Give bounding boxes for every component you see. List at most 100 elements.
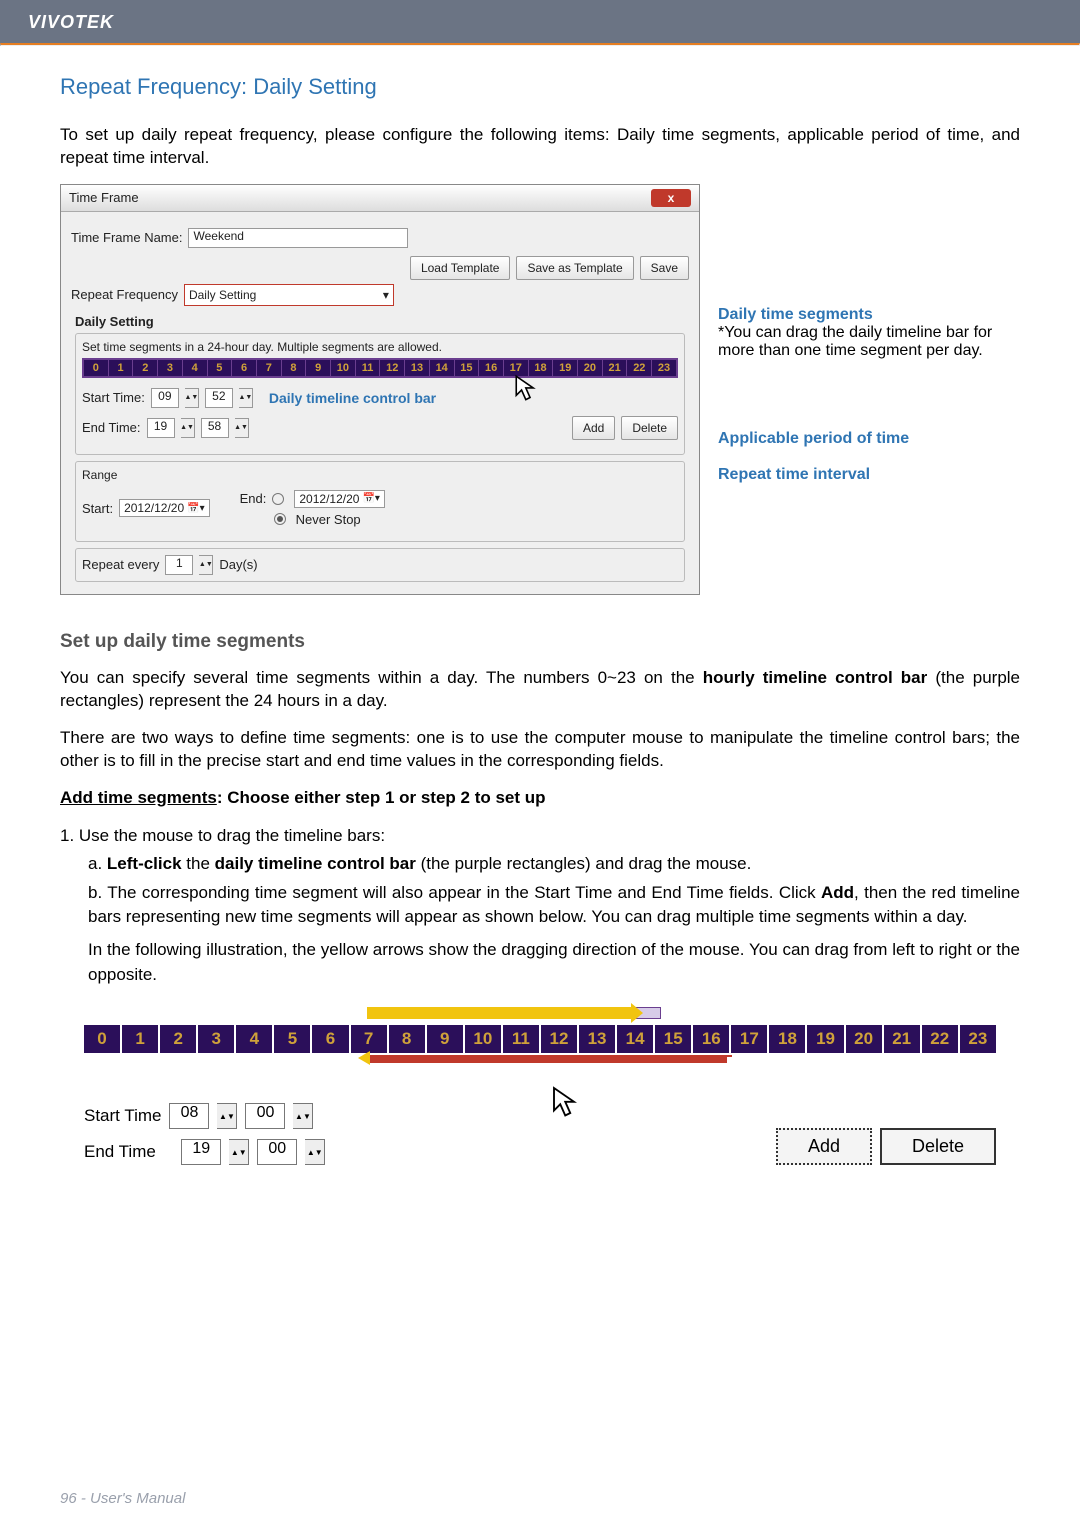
hour-cell-8[interactable]: 8 bbox=[282, 360, 306, 376]
chevron-down-icon: ▾ bbox=[383, 288, 389, 302]
big-hour-cell-6[interactable]: 6 bbox=[312, 1025, 348, 1053]
big-hour-cell-13[interactable]: 13 bbox=[579, 1025, 615, 1053]
spinner-arrows-icon[interactable]: ▲▼ bbox=[181, 418, 195, 438]
hour-cell-12[interactable]: 12 bbox=[380, 360, 404, 376]
annotation-title: Daily time segments bbox=[718, 306, 873, 323]
close-icon[interactable]: x bbox=[651, 189, 691, 207]
cursor-icon bbox=[512, 372, 546, 406]
hour-cell-11[interactable]: 11 bbox=[356, 360, 380, 376]
end-date-radio[interactable] bbox=[272, 493, 284, 505]
big-hour-cell-5[interactable]: 5 bbox=[274, 1025, 310, 1053]
big-hour-cell-23[interactable]: 23 bbox=[960, 1025, 996, 1053]
range-start-label: Start: bbox=[82, 501, 113, 516]
load-template-button[interactable]: Load Template bbox=[410, 256, 511, 280]
never-stop-radio[interactable] bbox=[274, 513, 286, 525]
start-time-label: Start Time: bbox=[82, 390, 145, 405]
spinner-arrows-icon[interactable]: ▲▼ bbox=[235, 418, 249, 438]
big-hour-cell-0[interactable]: 0 bbox=[84, 1025, 120, 1053]
big-hour-cell-12[interactable]: 12 bbox=[541, 1025, 577, 1053]
hour-cell-14[interactable]: 14 bbox=[430, 360, 454, 376]
start-hour-input[interactable]: 09 bbox=[151, 388, 179, 408]
big-hour-cell-10[interactable]: 10 bbox=[465, 1025, 501, 1053]
hour-cell-7[interactable]: 7 bbox=[257, 360, 281, 376]
end-hour-input[interactable]: 19 bbox=[147, 418, 175, 438]
daily-timeline-bar[interactable]: 01234567891011121314151617181920212223 bbox=[82, 358, 678, 378]
big-hour-cell-11[interactable]: 11 bbox=[503, 1025, 539, 1053]
big-timeline-bar[interactable]: 01234567891011121314151617181920212223 bbox=[84, 1025, 996, 1053]
spinner-arrows-icon[interactable]: ▲▼ bbox=[217, 1103, 237, 1129]
big-hour-cell-4[interactable]: 4 bbox=[236, 1025, 272, 1053]
spinner-arrows-icon[interactable]: ▲▼ bbox=[199, 555, 213, 575]
annotation-title: Applicable period of time bbox=[718, 430, 909, 447]
big-hour-cell-20[interactable]: 20 bbox=[846, 1025, 882, 1053]
spinner-arrows-icon[interactable]: ▲▼ bbox=[293, 1103, 313, 1129]
paragraph-hourly-bar: You can specify several time segments wi… bbox=[60, 667, 1020, 713]
hour-cell-23[interactable]: 23 bbox=[652, 360, 676, 376]
time-frame-name-input[interactable]: Weekend bbox=[188, 228, 408, 248]
big-hour-cell-17[interactable]: 17 bbox=[731, 1025, 767, 1053]
big-hour-cell-9[interactable]: 9 bbox=[427, 1025, 463, 1053]
daily-setting-heading: Daily Setting bbox=[75, 314, 689, 329]
big-hour-cell-19[interactable]: 19 bbox=[807, 1025, 843, 1053]
delete-segment-button[interactable]: Delete bbox=[621, 416, 678, 440]
big-hour-cell-15[interactable]: 15 bbox=[655, 1025, 691, 1053]
big-hour-cell-7[interactable]: 7 bbox=[351, 1025, 387, 1053]
big-hour-cell-1[interactable]: 1 bbox=[122, 1025, 158, 1053]
hour-cell-0[interactable]: 0 bbox=[84, 360, 108, 376]
big-start-hour-input[interactable]: 08 bbox=[169, 1103, 209, 1129]
add-segment-button[interactable]: Add bbox=[572, 416, 615, 440]
range-end-date-picker[interactable]: 2012/12/20 📅▾ bbox=[294, 490, 385, 508]
hour-cell-21[interactable]: 21 bbox=[603, 360, 627, 376]
annotation-title: Repeat time interval bbox=[718, 466, 870, 483]
big-hour-cell-3[interactable]: 3 bbox=[198, 1025, 234, 1053]
hour-cell-13[interactable]: 13 bbox=[405, 360, 429, 376]
big-hour-cell-21[interactable]: 21 bbox=[884, 1025, 920, 1053]
end-minute-input[interactable]: 58 bbox=[201, 418, 229, 438]
save-as-template-button[interactable]: Save as Template bbox=[516, 256, 633, 280]
big-delete-button[interactable]: Delete bbox=[880, 1128, 996, 1165]
hour-cell-3[interactable]: 3 bbox=[158, 360, 182, 376]
big-hour-cell-18[interactable]: 18 bbox=[769, 1025, 805, 1053]
hour-cell-10[interactable]: 10 bbox=[331, 360, 355, 376]
hour-cell-2[interactable]: 2 bbox=[133, 360, 157, 376]
big-hour-cell-16[interactable]: 16 bbox=[693, 1025, 729, 1053]
hour-cell-22[interactable]: 22 bbox=[627, 360, 651, 376]
dashed-guide-line bbox=[367, 1055, 732, 1057]
hour-cell-9[interactable]: 9 bbox=[306, 360, 330, 376]
dialog-titlebar: Time Frame x bbox=[61, 185, 699, 212]
big-hour-cell-14[interactable]: 14 bbox=[617, 1025, 653, 1053]
spinner-arrows-icon[interactable]: ▲▼ bbox=[185, 388, 199, 408]
big-hour-cell-2[interactable]: 2 bbox=[160, 1025, 196, 1053]
big-start-minute-input[interactable]: 00 bbox=[245, 1103, 285, 1129]
big-end-minute-input[interactable]: 00 bbox=[257, 1139, 297, 1165]
intro-paragraph: To set up daily repeat frequency, please… bbox=[60, 124, 1020, 170]
save-button[interactable]: Save bbox=[640, 256, 689, 280]
range-start-date-picker[interactable]: 2012/12/20 📅▾ bbox=[119, 499, 210, 517]
range-group: Range Start: 2012/12/20 📅▾ End: bbox=[75, 461, 685, 542]
brand-name: VIVOTEK bbox=[28, 12, 114, 32]
hour-cell-4[interactable]: 4 bbox=[183, 360, 207, 376]
hour-cell-6[interactable]: 6 bbox=[232, 360, 256, 376]
big-end-hour-input[interactable]: 19 bbox=[181, 1139, 221, 1165]
repeat-every-label: Repeat every bbox=[82, 557, 159, 572]
big-hour-cell-22[interactable]: 22 bbox=[922, 1025, 958, 1053]
repeat-interval-group: Repeat every 1▲▼ Day(s) bbox=[75, 548, 685, 582]
calendar-icon: 📅▾ bbox=[187, 503, 204, 514]
repeat-value-input[interactable]: 1 bbox=[165, 555, 193, 575]
repeat-frequency-dropdown[interactable]: Daily Setting ▾ bbox=[184, 284, 394, 306]
figure-row: Time Frame x Time Frame Name: Weekend Lo… bbox=[60, 184, 1020, 595]
big-add-button[interactable]: Add bbox=[776, 1128, 872, 1165]
spinner-arrows-icon[interactable]: ▲▼ bbox=[229, 1139, 249, 1165]
hour-cell-16[interactable]: 16 bbox=[479, 360, 503, 376]
big-hour-cell-8[interactable]: 8 bbox=[389, 1025, 425, 1053]
spinner-arrows-icon[interactable]: ▲▼ bbox=[239, 388, 253, 408]
hour-cell-19[interactable]: 19 bbox=[553, 360, 577, 376]
hour-cell-20[interactable]: 20 bbox=[578, 360, 602, 376]
hour-cell-1[interactable]: 1 bbox=[109, 360, 133, 376]
hour-cell-5[interactable]: 5 bbox=[208, 360, 232, 376]
dropdown-value: Daily Setting bbox=[189, 288, 256, 302]
start-minute-input[interactable]: 52 bbox=[205, 388, 233, 408]
spinner-arrows-icon[interactable]: ▲▼ bbox=[305, 1139, 325, 1165]
hour-cell-15[interactable]: 15 bbox=[455, 360, 479, 376]
annotation-body: *You can drag the daily timeline bar for… bbox=[718, 324, 992, 359]
